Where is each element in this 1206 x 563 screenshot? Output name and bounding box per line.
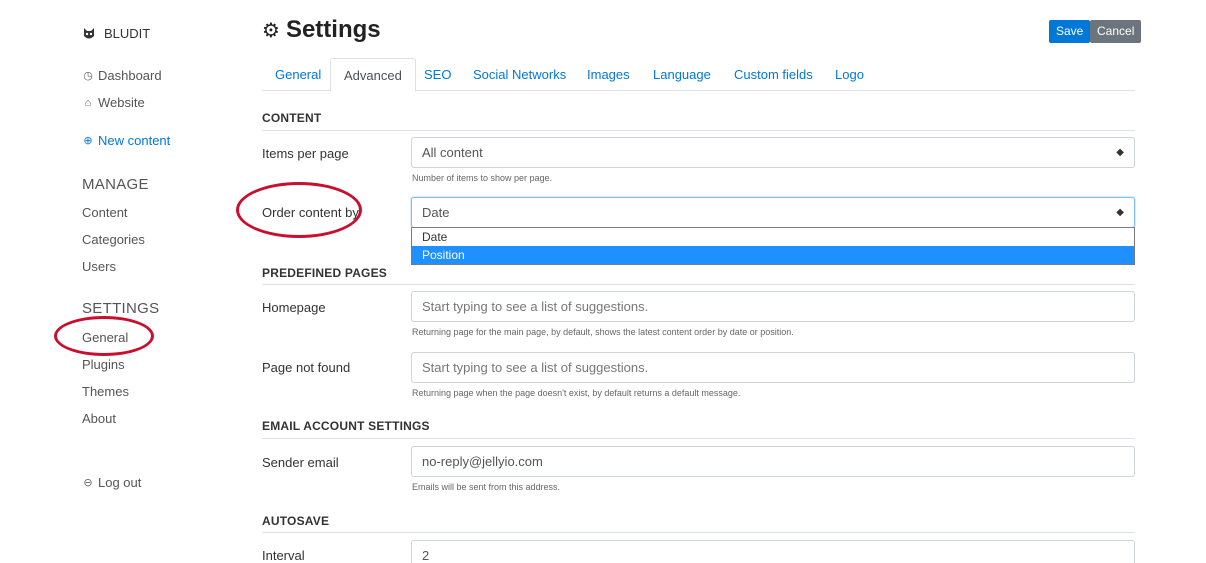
tab-custom-fields[interactable]: Custom fields [721,58,826,92]
sidebar-item-dashboard[interactable]: ◷ Dashboard [82,68,162,83]
tab-social-networks[interactable]: Social Networks [460,58,579,92]
email-section-title: EMAIL ACCOUNT SETTINGS [262,419,430,433]
items-per-page-hint: Number of items to show per page. [412,173,553,183]
logout-icon: ⊖ [83,477,93,489]
page-not-found-input[interactable]: Start typing to see a list of suggestion… [411,352,1135,383]
tab-seo[interactable]: SEO [411,58,464,92]
homepage-placeholder: Start typing to see a list of suggestion… [422,299,649,314]
sidebar-item-content[interactable]: Content [82,205,128,220]
predefined-pages-section-title: PREDEFINED PAGES [262,266,387,280]
interval-input[interactable]: 2 [411,540,1135,563]
divider [262,438,1135,439]
dashboard-icon: ◷ [83,70,93,82]
homepage-input[interactable]: Start typing to see a list of suggestion… [411,291,1135,322]
select-arrows-icon: ◆ [1116,147,1124,158]
sidebar-item-label: Website [98,95,145,110]
sidebar-item-general[interactable]: General [82,330,128,345]
homepage-label: Homepage [262,300,326,315]
divider [262,130,1135,131]
interval-value: 2 [422,548,430,563]
plus-circle-icon: ⊕ [83,135,93,147]
bludit-logo-icon [84,27,94,38]
settings-section-title: SETTINGS [82,300,160,317]
sidebar-item-users[interactable]: Users [82,259,116,274]
settings-tabs: General Advanced SEO Social Networks Ima… [262,58,1135,92]
sidebar-item-themes[interactable]: Themes [82,384,129,399]
sidebar-item-label: Dashboard [98,68,162,83]
sidebar: BLUDIT ◷ Dashboard ⌂ Website ⊕ New conte… [0,0,240,563]
items-per-page-value: All content [422,145,483,160]
page-title: ⚙ Settings [262,16,381,44]
sender-email-hint: Emails will be sent from this address. [412,482,561,492]
sidebar-item-categories[interactable]: Categories [82,232,145,247]
brand-name: BLUDIT [104,26,151,41]
sidebar-item-plugins[interactable]: Plugins [82,357,125,372]
select-arrows-icon: ◆ [1116,207,1124,218]
sender-email-value: no-reply@jellyio.com [422,454,543,469]
sidebar-item-new-content[interactable]: ⊕ New content [82,133,170,148]
sender-email-label: Sender email [262,455,339,470]
divider [262,284,1135,285]
order-content-by-label: Order content by [262,205,359,220]
tab-language[interactable]: Language [640,58,724,92]
page-not-found-placeholder: Start typing to see a list of suggestion… [422,360,649,375]
page-title-text: Settings [285,16,381,43]
tab-logo[interactable]: Logo [822,58,877,92]
sidebar-item-label: Log out [98,475,142,490]
divider [262,532,1135,533]
order-content-by-dropdown: Date Position [411,227,1135,265]
sidebar-item-website[interactable]: ⌂ Website [82,95,145,110]
items-per-page-select[interactable]: All content ◆ [411,137,1135,168]
content-section-title: CONTENT [262,111,322,125]
sidebar-item-logout[interactable]: ⊖ Log out [82,475,141,490]
interval-label: Interval [262,548,305,563]
sidebar-item-label: New content [98,133,171,148]
gear-icon: ⚙ [262,19,280,42]
tab-images[interactable]: Images [574,58,643,92]
page-not-found-label: Page not found [262,360,351,375]
autosave-section-title: AUTOSAVE [262,514,330,528]
items-per-page-label: Items per page [262,146,349,161]
save-button[interactable]: Save [1049,20,1091,43]
main-content: ⚙ Settings Save Cancel General Advanced … [262,0,1142,563]
sidebar-item-about[interactable]: About [82,411,116,426]
cancel-button[interactable]: Cancel [1090,20,1142,43]
home-icon: ⌂ [84,96,92,109]
sender-email-input[interactable]: no-reply@jellyio.com [411,446,1135,477]
order-content-by-select[interactable]: Date ◆ [411,197,1135,228]
tab-general[interactable]: General [262,58,334,92]
brand[interactable]: BLUDIT [82,26,150,41]
page-not-found-hint: Returning page when the page doesn't exi… [412,388,741,398]
order-content-by-value: Date [422,205,450,220]
dropdown-option-date[interactable]: Date [412,228,1134,246]
dropdown-option-position[interactable]: Position [412,246,1134,264]
manage-section-title: MANAGE [82,176,149,193]
homepage-hint: Returning page for the main page, by def… [412,327,794,337]
tab-advanced[interactable]: Advanced [330,58,416,92]
